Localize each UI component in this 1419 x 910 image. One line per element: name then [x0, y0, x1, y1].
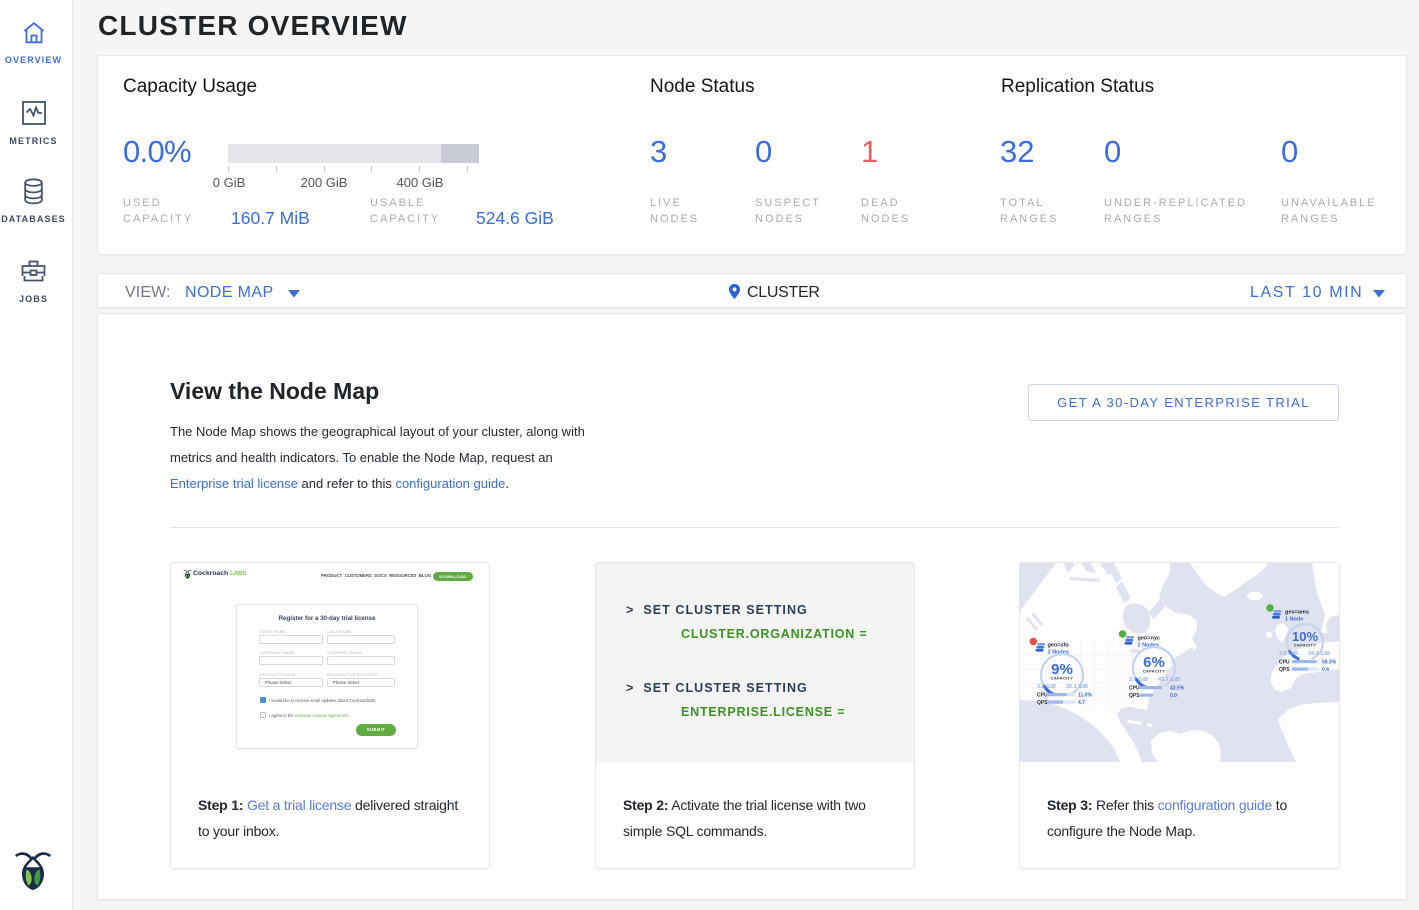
svg-text:58.3%: 58.3% — [1322, 660, 1337, 666]
svg-text:0.0: 0.0 — [1170, 693, 1177, 699]
svg-text:CPU: CPU — [1037, 693, 1048, 699]
svg-text:4.7: 4.7 — [1078, 700, 1085, 706]
svg-text:QPS: QPS — [1279, 667, 1290, 673]
svg-text:3.6 GiB: 3.6 GiB — [1279, 651, 1298, 657]
svg-text:34.4 GiB: 34.4 GiB — [1308, 651, 1330, 657]
svg-text:42.5%: 42.5% — [1170, 686, 1185, 692]
svg-text:3.2 GiB: 3.2 GiB — [1037, 684, 1056, 690]
svg-text:3.7 GiB: 3.7 GiB — [1129, 677, 1148, 683]
svg-text:11.0%: 11.0% — [1078, 693, 1092, 699]
svg-text:43.7 GiB: 43.7 GiB — [1158, 677, 1180, 683]
svg-text:CAPACITY: CAPACITY — [1294, 643, 1317, 648]
svg-text:1 Node: 1 Node — [1285, 617, 1303, 623]
svg-text:35.1 GiB: 35.1 GiB — [1066, 684, 1088, 690]
svg-text:QPS: QPS — [1129, 693, 1140, 699]
svg-text:geo=nyc: geo=nyc — [1138, 636, 1160, 642]
svg-text:0.4: 0.4 — [1322, 667, 1329, 673]
svg-text:QPS: QPS — [1037, 700, 1048, 706]
svg-text:CAPACITY: CAPACITY — [1143, 669, 1166, 674]
svg-text:geo=sfo: geo=sfo — [1048, 643, 1070, 649]
svg-text:CPU: CPU — [1279, 660, 1290, 666]
svg-text:geo=ams: geo=ams — [1285, 610, 1309, 616]
svg-text:CPU: CPU — [1129, 686, 1140, 692]
svg-text:CAPACITY: CAPACITY — [1051, 676, 1074, 681]
